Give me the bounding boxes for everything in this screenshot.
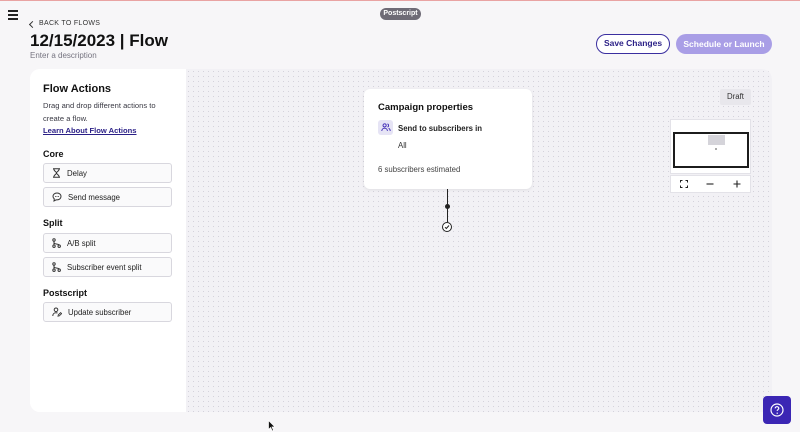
fit-view-button[interactable] [671,176,697,192]
action-subscriber-event-split[interactable]: Subscriber event split [43,257,172,277]
flow-editor-panel: Flow Actions Drag and drop different act… [30,69,772,412]
help-button[interactable] [763,396,791,424]
fit-view-icon [680,180,689,188]
minimap-node-dot [715,148,717,150]
users-icon [378,120,393,135]
segment-value: All [398,141,407,150]
section-core-heading: Core [43,149,64,159]
brand-chip: Postscript [380,8,421,20]
mouse-cursor-icon [268,420,276,432]
minimap-controls [670,175,751,193]
campaign-properties-card[interactable]: Campaign properties Send to subscribers … [364,89,532,189]
minimap[interactable] [670,119,751,174]
flow-end-check-icon[interactable] [442,222,452,232]
action-label: A/B split [67,238,96,248]
send-to-label: Send to subscribers in [398,124,483,133]
page-title[interactable]: 12/15/2023 | Flow [30,31,168,51]
learn-about-flow-actions-link[interactable]: Learn About Flow Actions [43,126,137,135]
menu-icon[interactable] [8,10,18,20]
action-update-subscriber[interactable]: Update subscriber [43,302,172,322]
chevron-left-icon [28,20,37,28]
card-title: Campaign properties [378,102,474,113]
schedule-or-launch-button[interactable]: Schedule or Launch [676,34,772,54]
zoom-in-icon [733,180,741,188]
action-send-message[interactable]: Send message [43,187,172,207]
action-label: Update subscriber [68,307,132,317]
top-accent-line [0,0,800,1]
chat-bubble-icon [52,192,62,202]
user-edit-icon [52,307,62,317]
help-question-icon [770,403,784,417]
back-to-flows-link[interactable]: BACK TO FLOWS [28,20,101,28]
description-field[interactable]: Enter a description [30,51,97,60]
zoom-out-icon [706,183,714,185]
branch-icon [52,262,61,272]
action-delay[interactable]: Delay [43,163,172,183]
back-to-flows-label: BACK TO FLOWS [39,20,101,27]
save-changes-button[interactable]: Save Changes [596,34,670,54]
minimap-node [708,135,725,145]
action-label: Send message [68,192,121,202]
action-label: Delay [67,168,87,178]
action-label: Subscriber event split [67,262,142,272]
branch-icon [52,238,61,248]
flow-canvas[interactable]: Draft Campaign properties Send to subscr… [186,69,772,412]
action-ab-split[interactable]: A/B split [43,233,172,253]
subscribers-estimate: 6 subscribers estimated [378,165,461,174]
hourglass-icon [53,168,60,178]
sidebar-description: Drag and drop different actions to creat… [43,101,156,123]
section-split-heading: Split [43,218,63,228]
connector-dot[interactable] [445,204,450,209]
status-badge: Draft [720,89,751,105]
section-postscript-heading: Postscript [43,288,88,298]
zoom-in-button[interactable] [724,176,750,192]
sidebar-title: Flow Actions [43,83,112,95]
flow-actions-sidebar: Flow Actions Drag and drop different act… [30,69,187,412]
zoom-out-button[interactable] [697,176,723,192]
